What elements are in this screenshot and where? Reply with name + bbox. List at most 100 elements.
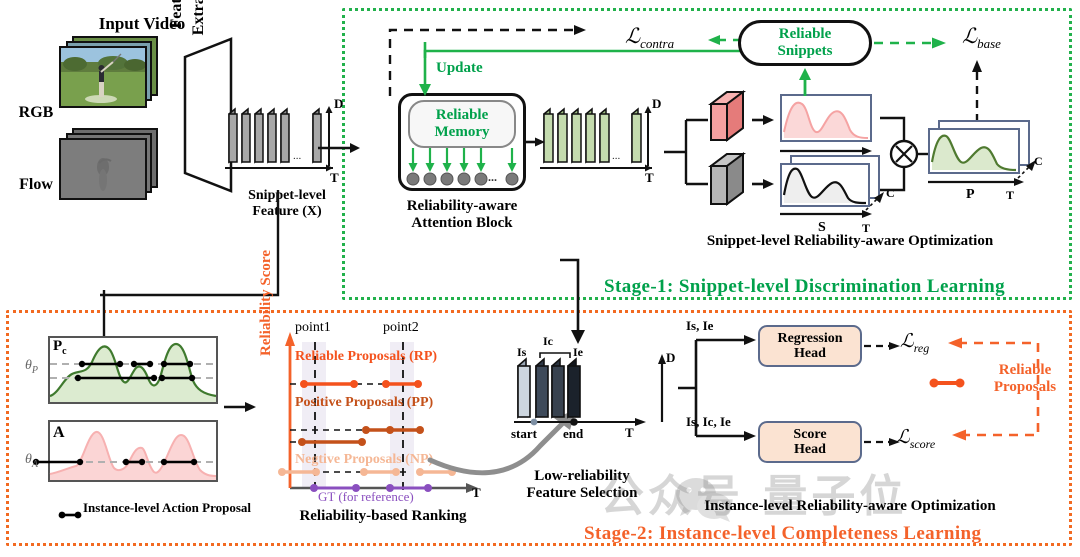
p-chart-depth: C <box>1034 154 1043 168</box>
snippets-to-base-dashed-arrow <box>874 37 946 49</box>
regression-head-line1: Regression <box>777 330 843 346</box>
reliable-proposals-legend-label: Reliable Proposals <box>975 362 1075 396</box>
loss-score: ℒscore <box>896 426 935 452</box>
attention-block-line1: Reliability-aware <box>406 198 518 214</box>
stage1-caption: Stage-1: Snippet-level Discrimination Le… <box>604 276 1006 297</box>
arrow-input-to-attention <box>318 143 360 153</box>
regression-head-line2: Head <box>794 346 826 361</box>
cas-chart-S <box>780 163 870 207</box>
theta-p-symbol: θ <box>25 358 32 373</box>
theta-a-label: θA <box>25 452 38 470</box>
proposal-legend-icon <box>58 511 82 519</box>
axis-d-input: D <box>334 96 344 111</box>
ranking-title: Reliability-based Ranking <box>299 508 467 524</box>
theta-a-sub: A <box>31 458 38 470</box>
loss-score-subscript: score <box>909 436 936 451</box>
reliable-memory-line1: Reliable <box>435 107 489 124</box>
loss-base-subscript: base <box>977 36 1001 52</box>
reliable-snippets-line1: Reliable <box>778 26 832 43</box>
reliable-memory-line2: Memory <box>434 124 490 140</box>
ranking-row-pp: Positive Proposals (PP) <box>295 395 434 410</box>
loss-reg-subscript: reg <box>913 340 930 355</box>
a-panel-label: A <box>53 424 65 441</box>
a-to-snippets-arrow <box>799 68 811 96</box>
memory-slot-arrows <box>406 148 519 186</box>
feature-extractor-label: Feature <box>168 0 186 72</box>
p-chart-label: P <box>966 187 975 202</box>
regression-head-box[interactable]: Regression Head <box>758 325 862 367</box>
reliable-snippets-box[interactable]: Reliable Snippets <box>738 20 872 66</box>
pc-curve <box>49 342 217 402</box>
snippet-bars-ellipsis: ... <box>293 150 302 162</box>
arrow-to-a-chart <box>752 115 774 125</box>
arrow-to-s-chart <box>752 179 774 189</box>
stage2-subcaption: Instance-level Reliability-aware Optimiz… <box>704 498 996 514</box>
memory-slots-ellipsis: ... <box>488 170 497 184</box>
regression-head-input-label: Is, Ie <box>686 318 714 333</box>
pc-label-sub: c <box>62 346 67 357</box>
ie-label: Ie <box>573 345 583 359</box>
feature-extractor-line2: Extractor <box>190 0 207 36</box>
selected-feature-bars <box>514 352 646 426</box>
a-curve-panel <box>32 420 218 482</box>
contra-dashed-arrow <box>388 25 586 96</box>
ranking-point1-label: point1 <box>295 320 331 335</box>
ranking-yaxis-label: Reliability Score <box>258 250 274 356</box>
reliable-memory-chip[interactable]: Reliable Memory <box>408 100 516 148</box>
ranking-row-rp: Reliable Proposals (RP) <box>295 349 438 364</box>
arrow-attention-to-features <box>526 137 545 147</box>
feature-extractor-line1: Feature <box>168 0 185 29</box>
reliable-snippets-line2: Snippets <box>777 43 833 59</box>
ranking-row-np: Negtive Proposals (NP) <box>295 452 434 467</box>
arrow-curves-to-ranking <box>224 402 256 412</box>
attention-block-caption: Reliability-aware Attention Block <box>392 198 532 232</box>
ic-label: Ic <box>543 334 553 348</box>
feature-extractor-label2: Extractor <box>190 0 208 72</box>
attention-chart-A <box>780 94 872 142</box>
cas-curve-S <box>782 167 867 205</box>
score-head-line2: Head <box>794 442 826 457</box>
axis-t-attended: T <box>645 170 654 185</box>
reliable-proposals-legend-icon <box>929 378 965 388</box>
theta-a-symbol: θ <box>25 452 32 467</box>
attention-block-line2: Attention Block <box>411 214 513 231</box>
ranking-gt-label: GT (for reference) <box>318 489 414 504</box>
loss-base: ℒbase <box>962 24 1001 52</box>
selection-d-label: D <box>666 350 676 365</box>
is-label: Is <box>517 345 527 359</box>
theta-p-label: θP <box>25 358 38 376</box>
reliable-proposals-legend-line1: Reliable <box>998 362 1052 378</box>
attention-curve <box>783 101 869 139</box>
p-curve <box>930 134 1017 172</box>
axis-t-input: T <box>330 170 339 185</box>
axis-d-attended: D <box>652 96 662 111</box>
ranking-point2-label: point2 <box>383 320 419 335</box>
attended-bars-ellipsis: ... <box>612 150 621 162</box>
pc-panel-label: Pc <box>53 338 67 357</box>
loss-base-symbol: ℒ <box>962 24 978 48</box>
p-chart-xaxis: T <box>1006 188 1015 202</box>
loss-reg-symbol: ℒ <box>900 331 914 352</box>
loss-reg: ℒreg <box>900 330 929 356</box>
proposal-legend-label: Instance-level Action Proposal <box>82 500 252 515</box>
pc-curve-panel <box>48 336 218 404</box>
selection-xaxis: T <box>625 425 634 440</box>
pc-label-main: P <box>53 338 63 354</box>
p-chart <box>928 128 1020 174</box>
cas-branch-block <box>708 152 746 206</box>
stage1-subcaption: Snippet-level Reliability-aware Optimiza… <box>706 233 994 249</box>
p-chart-axis <box>928 160 1036 186</box>
arrow-stage1-to-selection <box>560 258 585 344</box>
end-label: end <box>563 426 584 441</box>
score-head-input-label: Is, Ic, Ie <box>686 414 731 429</box>
score-head-box[interactable]: Score Head <box>758 421 862 463</box>
loss-score-symbol: ℒ <box>896 427 910 448</box>
reliable-proposals-legend-line2: Proposals <box>993 378 1057 395</box>
stage2-caption: Stage-2: Instance-level Completeness Lea… <box>584 523 982 544</box>
start-label: start <box>511 426 537 441</box>
theta-p-sub: P <box>31 364 38 376</box>
a-curve-bottom <box>32 431 217 480</box>
p-to-base-dashed-arrow <box>972 60 982 122</box>
attention-branch-block <box>708 90 746 142</box>
score-head-line1: Score <box>793 426 827 442</box>
